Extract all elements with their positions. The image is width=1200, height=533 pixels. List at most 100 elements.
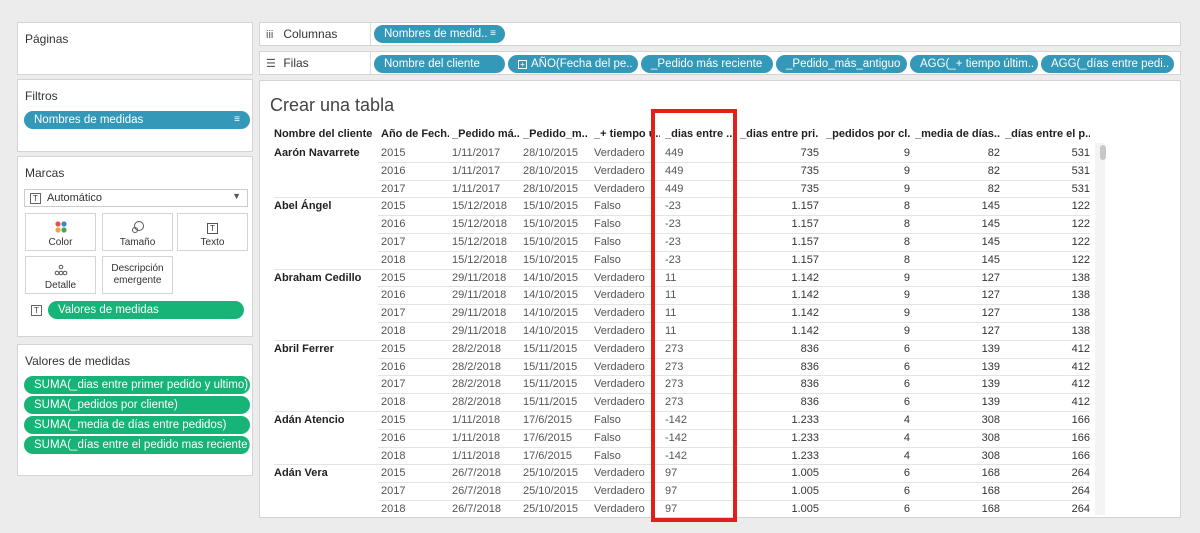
table-cell: 166: [1071, 431, 1090, 444]
pages-panel[interactable]: Páginas: [17, 22, 253, 75]
rows-pill[interactable]: _Pedido_más_antiguo: [776, 55, 907, 73]
table-cell: 15/10/2015: [523, 236, 579, 248]
table-cell: 26/7/2018: [452, 467, 501, 480]
columns-shelf-label: iii Columnas: [266, 27, 337, 41]
table-cell: 122: [1071, 253, 1090, 266]
table-cell: 9: [903, 147, 910, 159]
measure-value-pill[interactable]: SUMA(_dias entre primer pedido y ultimo): [24, 376, 250, 394]
table-cell: 15/12/2018: [452, 253, 508, 266]
size-card[interactable]: Tamaño: [102, 213, 173, 251]
columns-shelf[interactable]: iii Columnas Nombres de medid.. ≡: [259, 22, 1181, 46]
rows-pill[interactable]: Nombre del cliente: [374, 55, 505, 73]
shelf-divider: [370, 23, 371, 45]
table-cell: 15/12/2018: [452, 200, 508, 213]
table-cell: 6: [903, 378, 910, 391]
table-cell: 15/10/2015: [523, 200, 579, 213]
table-cell: 127: [981, 289, 1000, 302]
measure-values-pill[interactable]: Valores de medidas: [48, 301, 244, 319]
table-cell: 1.157: [791, 236, 819, 248]
table-cell: 15/12/2018: [452, 236, 508, 248]
table-cell: 15/11/2015: [523, 342, 578, 355]
table-cell: 28/10/2015: [523, 147, 579, 159]
tooltip-card-label-1: Descripción: [111, 263, 164, 274]
measure-value-pill[interactable]: SUMA(_pedidos por cliente): [24, 396, 250, 414]
table-cell: 735: [800, 147, 819, 159]
rows-pill[interactable]: AGG(_días entre pedi..: [1041, 55, 1174, 73]
table-cell: 122: [1071, 236, 1090, 248]
columns-pill[interactable]: Nombres de medid.. ≡: [374, 25, 505, 43]
column-header[interactable]: _pedidos por cl..: [826, 128, 910, 140]
rows-pill-label: AÑO(Fecha del pe..: [531, 58, 633, 70]
table-cell: 139: [981, 396, 1000, 409]
rows-shelf[interactable]: ☰ Filas Nombre del cliente + AÑO(Fecha de…: [259, 51, 1181, 75]
rows-pill[interactable]: _Pedido más reciente: [641, 55, 773, 73]
chevron-down-icon: ▼: [232, 191, 241, 201]
detail-card[interactable]: Detalle: [25, 256, 96, 294]
highlight-box: [651, 109, 737, 522]
table-cell: 1.005: [791, 485, 819, 498]
text-card[interactable]: T Texto: [177, 213, 248, 251]
table-cell: 1.157: [791, 200, 819, 213]
table-cell: 264: [1071, 503, 1090, 515]
table-cell: 9: [903, 271, 910, 284]
table-cell: 531: [1071, 182, 1090, 195]
table-cell: 145: [981, 218, 1000, 231]
shelf-divider: [370, 52, 371, 74]
scrollbar-thumb[interactable]: [1100, 145, 1106, 160]
customer-name-cell: Aarón Navarrete: [274, 147, 360, 159]
table-cell: 168: [981, 485, 1000, 498]
column-header[interactable]: _Pedido_m..: [523, 128, 591, 140]
customer-name-cell: Abraham Cedillo: [274, 271, 362, 284]
table-cell: 836: [800, 342, 819, 355]
vertical-scrollbar[interactable]: [1095, 143, 1105, 515]
column-header[interactable]: Nombre del cliente: [274, 128, 378, 140]
column-header[interactable]: _media de días..: [915, 128, 1000, 140]
column-header[interactable]: _dias entre pri..: [740, 128, 819, 140]
measure-value-pill-label: SUMA(_media de días entre pedidos): [34, 419, 227, 431]
size-icon: [103, 220, 172, 234]
customer-name-cell: Abel Ángel: [274, 200, 332, 213]
table-cell: 28/10/2015: [523, 182, 579, 195]
table-cell: 1.005: [791, 467, 819, 480]
table-cell: 138: [1071, 325, 1090, 337]
table-cell: 1/11/2018: [452, 431, 501, 444]
columns-icon: iii: [266, 29, 274, 41]
rows-pill[interactable]: AGG(_+ tiempo últim..: [910, 55, 1038, 73]
table-cell: 15/10/2015: [523, 253, 579, 266]
measure-value-pill[interactable]: SUMA(_días entre el pedido mas reciente): [24, 436, 250, 454]
measure-values-pill-label: Valores de medidas: [58, 304, 159, 316]
color-card[interactable]: Color: [25, 213, 96, 251]
marks-type-select[interactable]: T Automático ▼: [24, 189, 248, 207]
filter-pill[interactable]: Nombres de medidas ≡: [24, 111, 250, 129]
rows-pill[interactable]: + AÑO(Fecha del pe..: [508, 55, 638, 73]
text-mark-icon: T: [31, 305, 42, 316]
table-cell: 168: [981, 467, 1000, 480]
tooltip-card[interactable]: Descripción emergente: [102, 256, 173, 294]
table-cell: 9: [903, 182, 910, 195]
table-cell: 412: [1071, 378, 1090, 391]
table-cell: 8: [903, 218, 910, 231]
table-cell: 6: [903, 485, 910, 498]
measure-value-pill[interactable]: SUMA(_media de días entre pedidos): [24, 416, 250, 434]
text-card-label: Texto: [200, 237, 225, 248]
table-cell: 308: [981, 431, 1000, 444]
column-header[interactable]: _días entre el p..: [1005, 128, 1090, 140]
detail-icon: [26, 263, 95, 277]
column-header[interactable]: _Pedido má..: [452, 128, 520, 140]
measure-values-panel[interactable]: Valores de medidas SUMA(_dias entre prim…: [17, 344, 253, 476]
pages-title: Páginas: [25, 32, 69, 46]
table-cell: 138: [1071, 307, 1090, 320]
table-cell: 4: [903, 414, 910, 426]
table-cell: 28/2/2018: [452, 396, 501, 409]
table-cell: 2015: [381, 271, 406, 284]
size-card-label: Tamaño: [119, 237, 156, 248]
column-header[interactable]: Año de Fech..: [381, 128, 449, 140]
table-cell: 1.142: [791, 325, 819, 337]
table-cell: 836: [800, 378, 819, 391]
table-cell: 29/11/2018: [452, 289, 507, 302]
table-cell: 26/7/2018: [452, 485, 501, 498]
marks-panel[interactable]: Marcas T Automático ▼ Color Tamaño T Tex…: [17, 156, 253, 337]
table-cell: 26/7/2018: [452, 503, 501, 515]
table-cell: 139: [981, 378, 1000, 391]
filters-panel[interactable]: Filtros Nombres de medidas ≡: [17, 79, 253, 152]
